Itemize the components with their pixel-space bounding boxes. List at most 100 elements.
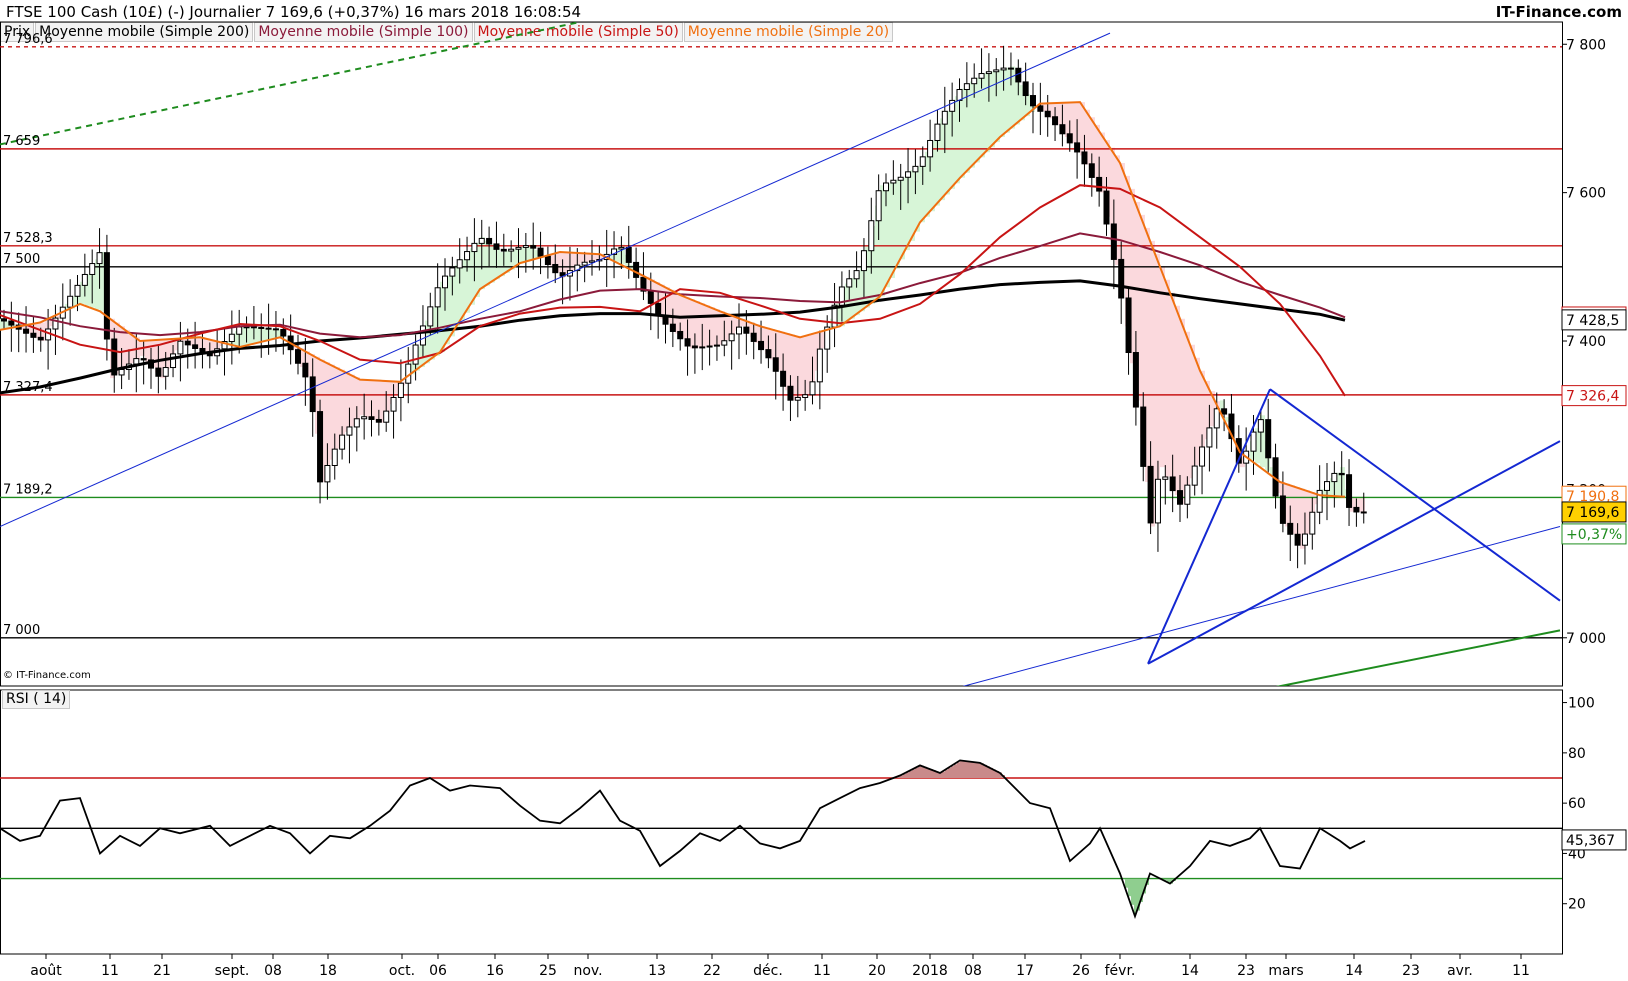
candle-body [30,332,37,338]
candle-body [633,261,640,278]
candle-body [934,123,941,141]
candle-body [434,287,441,308]
price-chart[interactable]: 7 796,6 7 659 7 528,3 7 500 7 327,4 7 189,2 7 … [0,0,1628,981]
y-tick-label-4: 7 800 [1566,37,1606,53]
x-tick-label-8: 16 [486,963,504,979]
x-tick-label-21: 14 [1181,963,1199,979]
candle-body [853,270,860,280]
candle-body [1066,133,1073,144]
candle-body [103,252,110,340]
candle-body [691,345,698,349]
candle-body [96,252,103,265]
bearish-fill-area [20,102,1365,549]
rsi-plot-area [0,759,1562,920]
candle-body [1037,105,1044,112]
candle-body [471,242,478,253]
candle-body [846,278,853,288]
candle-body [140,358,147,361]
level-label-6: 7 000 [3,623,40,638]
candle-body [515,246,522,250]
candle-body [339,434,346,450]
candle-body [361,416,368,420]
level-label-0: 7 796,6 [3,32,53,47]
candle-body [162,367,169,377]
candle-body [787,385,794,401]
x-tick-label-15: 20 [868,963,886,979]
candle-body [272,328,279,331]
x-tick-label-22: 23 [1237,963,1255,979]
y-tick-label-3: 7 600 [1566,186,1606,202]
candle-body [1110,223,1117,260]
candle-body [677,330,684,340]
rsi-line [0,759,1366,920]
level-label-1: 7 659 [3,134,40,149]
candle-body [1221,408,1228,415]
candle-body [765,349,772,359]
candle-body [963,83,970,91]
candle-body [177,340,184,355]
candle-body [236,326,243,335]
candle-body [860,250,867,272]
candle-body [478,237,485,244]
candle-body [317,411,324,483]
x-tick-label-17: 08 [964,963,982,979]
candle-body [971,77,978,85]
candle-body [919,156,926,167]
x-tick-label-6: oct. [389,963,415,979]
copyright-text: © IT-Finance.com [3,670,91,681]
candle-body [1140,406,1147,467]
price-tag-label: +0,37% [1566,527,1622,543]
candle-body [456,259,463,269]
candle-body [295,349,301,364]
candle-body [37,336,44,341]
candle-body [1309,511,1316,535]
candle-body [713,344,720,347]
candle-body [750,332,757,342]
main-plot-area [0,22,1562,686]
candle-body [905,171,912,178]
x-tick-label-16: 2018 [912,963,948,979]
candle-body [1169,476,1176,492]
x-tick-label-18: 17 [1016,963,1034,979]
candle-body [1353,506,1360,513]
candle-body [537,247,544,257]
x-tick-label-3: sept. [215,963,250,979]
candle-body [544,255,551,265]
candle-body [809,381,816,396]
candle-body [772,357,779,372]
candle-body [941,110,948,125]
candle-body [464,251,471,261]
x-tick-label-27: 11 [1512,963,1530,979]
candle-body [1199,446,1206,467]
rsi-tick-label-4: 100 [1568,696,1595,712]
rsi-frame [0,689,1563,955]
candle-body [368,416,375,420]
candle-body [1191,465,1198,486]
candle-body [1007,67,1014,70]
candle-body [1265,419,1272,459]
candle-body [331,448,338,467]
candle-body [390,396,397,412]
main-panel: 7 796,6 7 659 7 528,3 7 500 7 327,4 7 189,2 7 … [0,21,1627,687]
candle-body [1287,522,1294,535]
candle-body [265,327,272,330]
candle-body [868,220,875,252]
candle-body [442,275,448,289]
candle-body [883,182,889,192]
candle-body [383,410,390,423]
candle-body [1096,176,1103,192]
candle-body [721,340,728,346]
candle-body [780,370,787,387]
candle-body [81,273,88,286]
candle-body [324,465,331,483]
candle-body [912,165,919,173]
x-tick-label-10: nov. [573,963,602,979]
x-tick-label-20: févr. [1105,963,1136,979]
rsi-tick-label-2: 60 [1568,796,1586,812]
level-label-2: 7 528,3 [3,231,53,246]
rsi-oversold-fill [1122,878,1176,914]
rsi-label[interactable]: RSI ( 14) [2,690,71,709]
x-tick-label-12: 22 [703,963,721,979]
candle-body [993,69,1000,73]
trend-line-5 [1275,629,1561,686]
